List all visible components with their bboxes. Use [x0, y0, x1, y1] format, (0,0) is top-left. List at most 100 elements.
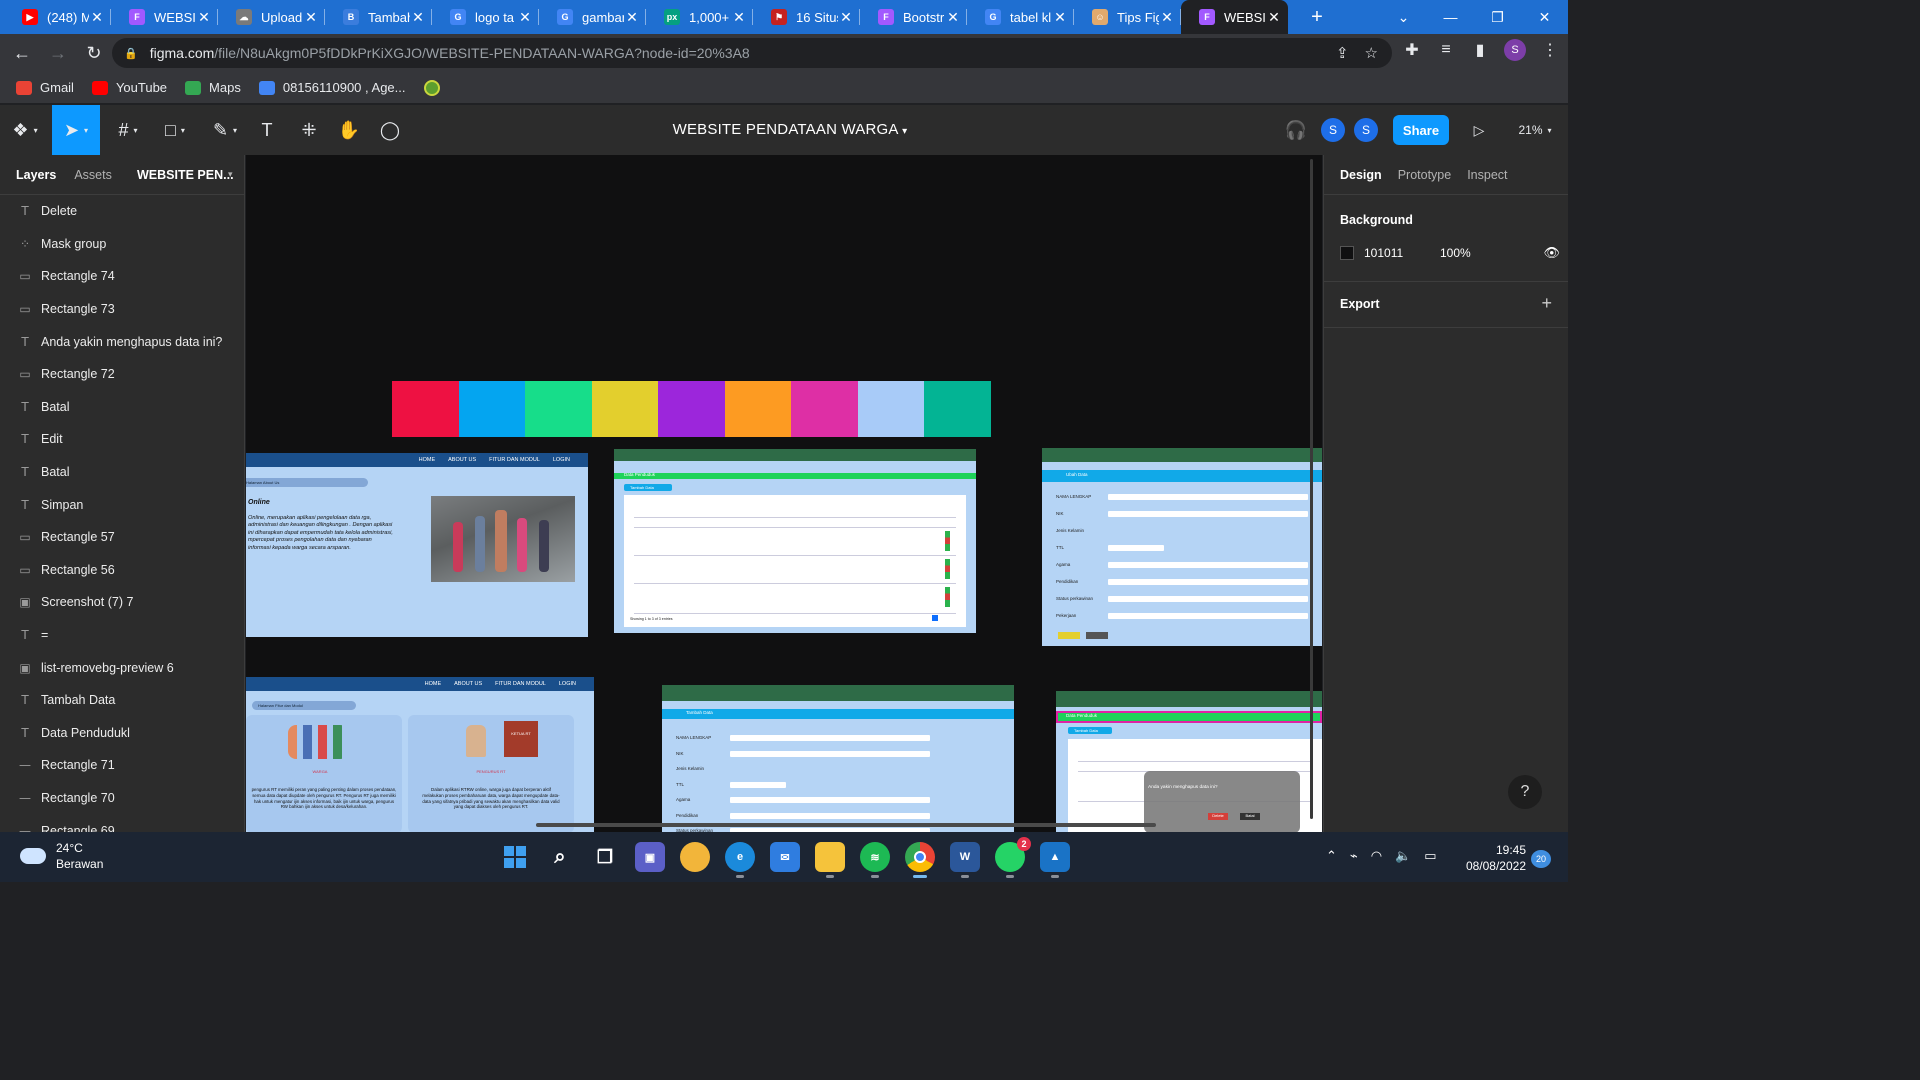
audio-headphones-icon[interactable]: 🎧 — [1282, 105, 1310, 155]
chrome-icon[interactable] — [905, 842, 935, 878]
browser-tab[interactable]: Gtabel kl ✕ — [967, 0, 1074, 34]
layer-row[interactable]: ▭ Rectangle 74 — [0, 260, 244, 293]
chevron-up-icon[interactable]: ⌃ — [1326, 848, 1337, 864]
palette-swatch[interactable] — [525, 381, 592, 437]
task-view-icon[interactable]: ❐ — [590, 842, 620, 872]
browser-tab[interactable]: ⚑ 16 Situs✕ — [753, 0, 860, 34]
tab-prototype[interactable]: Prototype — [1398, 168, 1452, 182]
chrome-menu-icon[interactable]: ⋮ — [1540, 40, 1560, 60]
background-fill-row[interactable]: 101011 100% 👁 — [1340, 245, 1560, 261]
frame-tambah-data[interactable]: Tambah Data NAMA LENGKAP NIK Jenis Kelamin… — [662, 685, 1014, 832]
browser-tab[interactable]: B Tambah ✕ — [325, 0, 432, 34]
layer-row[interactable]: T Anda yakin menghapus data ini? — [0, 325, 244, 358]
background-color-chip[interactable] — [1340, 246, 1354, 260]
browser-tab[interactable]: F Bootstr ✕ — [860, 0, 967, 34]
close-tab-icon[interactable]: ✕ — [731, 9, 747, 26]
layer-row[interactable]: ▭ Rectangle 72 — [0, 358, 244, 391]
chevron-down-icon[interactable]: ▾ — [228, 169, 233, 180]
close-tab-icon[interactable]: ✕ — [303, 9, 319, 26]
close-tab-icon[interactable]: ✕ — [1266, 9, 1282, 26]
layer-row[interactable]: ⁘ Mask group — [0, 228, 244, 261]
bookmark-star-icon[interactable]: ☆ — [1365, 44, 1378, 62]
layer-row[interactable]: T Tambah Data — [0, 684, 244, 717]
palette-swatch[interactable] — [591, 381, 659, 437]
close-tab-icon[interactable]: ✕ — [1159, 9, 1175, 26]
battery-icon[interactable]: ▭ — [1424, 848, 1436, 864]
vertical-scrollbar[interactable] — [1310, 159, 1313, 819]
background-hex[interactable]: 101011 — [1364, 246, 1403, 260]
tab-design[interactable]: Design — [1340, 168, 1382, 182]
browser-tab[interactable]: F WEBSIT✕ — [111, 0, 218, 34]
whatsapp-icon[interactable]: 2 — [995, 837, 1031, 878]
page-selector[interactable]: WEBSITE PEN... — [137, 168, 234, 182]
collaborator-avatar[interactable]: S — [1321, 118, 1345, 142]
layer-row[interactable]: T Data Pendudukl — [0, 717, 244, 750]
tab-search-icon[interactable]: ⌄ — [1380, 0, 1427, 34]
search-icon[interactable]: ⌕ — [545, 842, 575, 872]
close-tab-icon[interactable]: ✕ — [196, 9, 212, 26]
word-icon[interactable]: W — [950, 842, 980, 878]
browser-tab[interactable]: F WEBSIT✕ — [1181, 0, 1288, 34]
photos-icon[interactable]: ▲ — [1040, 842, 1070, 878]
share-button[interactable]: Share — [1393, 115, 1449, 145]
layer-row[interactable]: ▣ Screenshot (7) 7 — [0, 586, 244, 619]
layer-row[interactable]: T Delete — [0, 195, 244, 228]
palette-swatch[interactable] — [791, 381, 858, 437]
teams-chat-icon[interactable]: ▣ — [635, 842, 665, 872]
close-tab-icon[interactable]: ✕ — [945, 9, 961, 26]
close-tab-icon[interactable]: ✕ — [838, 9, 854, 26]
horizontal-scrollbar[interactable] — [536, 823, 1156, 827]
layer-row[interactable]: — Rectangle 69 — [0, 814, 244, 832]
close-tab-icon[interactable]: ✕ — [89, 9, 105, 26]
edge-browser-icon[interactable]: e — [725, 842, 755, 878]
browser-tab[interactable]: ☺ Tips Fig ✕ — [1074, 0, 1181, 34]
frame-ubah-data[interactable]: Ubah Data NAMA LENGKAP NIK Jenis Kelamin TT… — [1042, 448, 1322, 646]
eye-icon[interactable]: 👁 — [1543, 245, 1560, 261]
profile-avatar[interactable]: S — [1504, 39, 1526, 61]
palette-swatch[interactable] — [724, 381, 792, 437]
side-panel-icon[interactable]: ▮ — [1470, 40, 1490, 60]
wifi-icon[interactable]: ◠ — [1371, 848, 1382, 864]
bookmark-item[interactable]: YouTube — [91, 80, 167, 95]
palette-swatch[interactable] — [658, 381, 725, 437]
layer-row[interactable]: T Edit — [0, 423, 244, 456]
bookmark-item[interactable]: Maps — [185, 80, 241, 95]
background-opacity[interactable]: 100% — [1440, 246, 1471, 260]
layer-row[interactable]: — Rectangle 71 — [0, 749, 244, 782]
palette-swatch[interactable] — [857, 381, 925, 437]
tab-inspect[interactable]: Inspect — [1467, 168, 1507, 182]
weather-app-icon[interactable] — [680, 842, 710, 872]
frame-delete-confirm[interactable]: Data Penduduk Tambah Data Anda yakin men… — [1056, 691, 1322, 832]
file-explorer-icon[interactable] — [815, 842, 845, 878]
volume-icon[interactable]: 🔈 — [1395, 848, 1411, 864]
reload-icon[interactable]: ↻ — [78, 37, 110, 69]
new-tab-button[interactable]: + — [1302, 0, 1332, 34]
restore-icon[interactable]: ❐ — [1474, 0, 1521, 34]
layer-row[interactable]: T Simpan — [0, 488, 244, 521]
clock[interactable]: 19:45 08/08/2022 — [1458, 842, 1526, 874]
layer-row[interactable]: ▭ Rectangle 56 — [0, 554, 244, 587]
browser-tab[interactable]: ▶ (248) M ✕ — [4, 0, 111, 34]
network-off-icon[interactable]: ⌁ — [1350, 848, 1358, 864]
windows-start-icon[interactable] — [500, 842, 530, 872]
mail-icon[interactable]: ✉ — [770, 842, 800, 872]
layer-row[interactable]: ▭ Rectangle 73 — [0, 293, 244, 326]
back-arrow-icon[interactable]: ← — [6, 37, 38, 69]
add-export-plus-icon[interactable]: + — [1541, 293, 1552, 314]
close-tab-icon[interactable]: ✕ — [410, 9, 426, 26]
close-tab-icon[interactable]: ✕ — [624, 9, 640, 26]
layer-row[interactable]: T = — [0, 619, 244, 652]
bookmark-item[interactable]: 08156110900 , Age... — [258, 80, 406, 95]
layer-row[interactable]: ▭ Rectangle 57 — [0, 521, 244, 554]
layer-row[interactable]: ▣ list-removebg-preview 6 — [0, 651, 244, 684]
palette-swatch[interactable] — [392, 381, 459, 437]
notification-badge[interactable]: 20 — [1531, 850, 1551, 868]
palette-swatch[interactable] — [924, 381, 991, 437]
media-control-icon[interactable]: ≡ — [1436, 40, 1456, 60]
frame-data-penduduk[interactable]: Data Penduduk Tambah Data Showing 1 to 3… — [614, 449, 976, 633]
close-tab-icon[interactable]: ✕ — [517, 9, 533, 26]
layer-row[interactable]: — Rectangle 70 — [0, 782, 244, 815]
close-window-icon[interactable]: ✕ — [1521, 0, 1568, 34]
help-button[interactable]: ? — [1508, 775, 1542, 809]
zoom-dropdown[interactable]: 21% ▾ — [1512, 105, 1558, 155]
